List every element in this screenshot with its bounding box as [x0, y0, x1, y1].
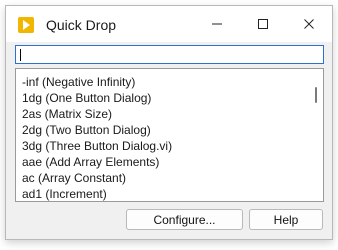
help-button[interactable]: Help [249, 209, 323, 230]
search-input[interactable] [15, 45, 324, 64]
maximize-button[interactable] [240, 6, 286, 42]
minimize-icon [212, 23, 222, 25]
close-icon [304, 19, 314, 29]
list-item[interactable]: 1dg (One Button Dialog) [22, 91, 151, 105]
list-item[interactable]: 3dg (Three Button Dialog.vi) [22, 139, 172, 153]
function-list[interactable]: -inf (Negative Infinity) 1dg (One Button… [15, 68, 324, 202]
scrollbar-thumb[interactable] [315, 87, 317, 103]
list-item[interactable]: ad1 (Increment) [22, 187, 107, 201]
quick-drop-window: Quick Drop -inf (Negative Infinity) 1dg … [5, 5, 333, 240]
configure-button[interactable]: Configure... [126, 209, 243, 230]
list-item[interactable]: aae (Add Array Elements) [22, 155, 159, 169]
close-button[interactable] [286, 6, 332, 42]
text-caret [20, 49, 21, 61]
app-icon [18, 17, 34, 33]
list-item[interactable]: ac (Array Constant) [22, 171, 126, 185]
window-title: Quick Drop [46, 17, 117, 33]
title-bar[interactable]: Quick Drop [6, 6, 332, 42]
list-item[interactable]: 2dg (Two Button Dialog) [22, 123, 151, 137]
list-item[interactable]: -inf (Negative Infinity) [22, 75, 135, 89]
list-item[interactable]: 2as (Matrix Size) [22, 107, 112, 121]
minimize-button[interactable] [194, 6, 240, 42]
maximize-icon [258, 19, 268, 29]
list-scrollbar[interactable] [311, 69, 323, 201]
